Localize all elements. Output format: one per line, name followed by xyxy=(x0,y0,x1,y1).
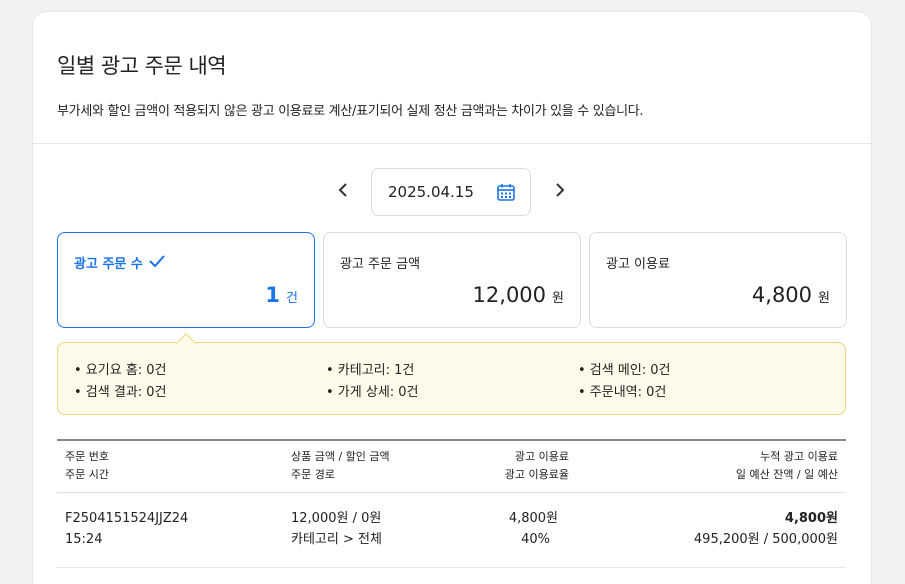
divider xyxy=(33,143,871,144)
header-order-no: 주문 번호 xyxy=(65,450,109,463)
page-title: 일별 광고 주문 내역 xyxy=(57,54,227,78)
date-picker[interactable]: 2025.04.15 xyxy=(371,168,531,216)
chevron-right-icon xyxy=(556,183,565,197)
table-row-divider xyxy=(57,567,846,568)
notice-text: 부가세와 할인 금액이 적용되지 않은 광고 이용료로 계산/표기되어 실제 정… xyxy=(57,104,644,119)
calendar-icon[interactable] xyxy=(496,182,516,202)
breakdown-item: • 카테고리: 1건 xyxy=(326,363,415,378)
order-number: F2504151524JJZ24 xyxy=(65,511,189,526)
header-amount: 상품 금액 / 할인 금액 xyxy=(291,450,390,463)
ad-fee-rate: 40% xyxy=(521,532,550,547)
budget-balance: 495,200원 / 500,000원 xyxy=(693,532,838,547)
stat-card-ad-fee[interactable]: 광고 이용료 4,800 원 xyxy=(589,232,847,328)
breakdown-item: • 검색 메인: 0건 xyxy=(578,363,671,378)
header-order-time: 주문 시간 xyxy=(65,468,109,481)
breakdown-item: • 검색 결과: 0건 xyxy=(74,385,167,400)
order-history-card: 일별 광고 주문 내역 부가세와 할인 금액이 적용되지 않은 광고 이용료로 … xyxy=(33,12,871,584)
table-top-border xyxy=(57,439,846,441)
stat-card-order-count[interactable]: 광고 주문 수 1 건 xyxy=(57,232,315,328)
header-ad-fee: 광고 이용료 xyxy=(514,450,569,463)
breakdown-item: • 요기요 홈: 0건 xyxy=(74,363,167,378)
table-header-divider xyxy=(57,492,846,493)
header-route: 주문 경로 xyxy=(291,468,335,481)
check-icon xyxy=(149,255,165,268)
order-route: 카테고리 > 전체 xyxy=(291,532,382,547)
stat-label: 광고 이용료 xyxy=(606,257,670,272)
stat-number: 4,800 xyxy=(751,283,813,307)
chevron-left-icon xyxy=(338,183,347,197)
order-amount: 12,000원 / 0원 xyxy=(291,511,382,526)
stat-value: 1 건 xyxy=(265,283,298,307)
stat-unit: 건 xyxy=(286,291,298,306)
stat-label: 광고 주문 수 xyxy=(74,257,143,272)
stat-value: 4,800 원 xyxy=(752,283,830,307)
prev-date-button[interactable] xyxy=(331,178,355,202)
stat-number: 12,000 xyxy=(472,283,547,307)
stat-unit: 원 xyxy=(552,291,564,306)
stat-value: 12,000 원 xyxy=(473,283,564,307)
breakdown-item: • 가게 상세: 0건 xyxy=(326,385,419,400)
header-budget: 일 예산 잔액 / 일 예산 xyxy=(735,468,838,481)
stat-unit: 원 xyxy=(818,291,830,306)
date-value: 2025.04.15 xyxy=(388,183,474,201)
order-source-breakdown: • 요기요 홈: 0건 • 카테고리: 1건 • 검색 메인: 0건 • 검색 … xyxy=(57,342,846,415)
ad-fee: 4,800원 xyxy=(508,511,558,526)
next-date-button[interactable] xyxy=(548,178,572,202)
header-ad-fee-rate: 광고 이용료율 xyxy=(504,468,569,481)
cumulative-fee: 4,800원 xyxy=(784,511,838,526)
breakdown-item: • 주문내역: 0건 xyxy=(578,385,667,400)
stat-card-order-amount[interactable]: 광고 주문 금액 12,000 원 xyxy=(323,232,581,328)
stat-label: 광고 주문 금액 xyxy=(340,257,421,272)
header-cumulative: 누적 광고 이용료 xyxy=(760,450,838,463)
order-time: 15:24 xyxy=(65,532,103,547)
stat-number: 1 xyxy=(265,283,281,307)
